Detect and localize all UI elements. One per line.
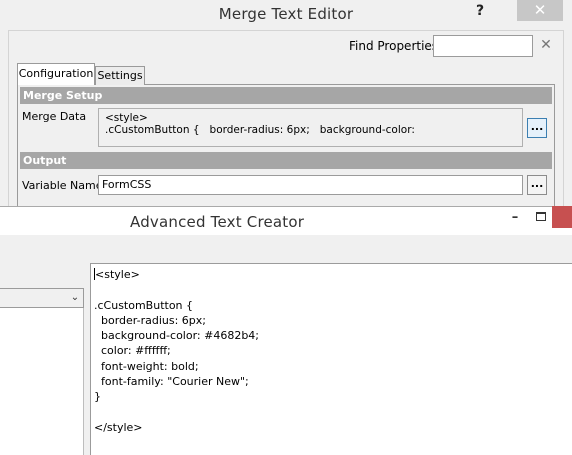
- close-button[interactable]: ✕: [517, 0, 563, 21]
- text-editor[interactable]: <style> .cCustomButton { border-radius: …: [90, 263, 572, 455]
- merge-text-editor-titlebar[interactable]: Merge Text Editor ? ✕: [0, 0, 572, 30]
- variable-name-input[interactable]: FormCSS: [98, 175, 523, 195]
- minimize-button[interactable]: –: [500, 207, 530, 229]
- help-button[interactable]: ?: [466, 1, 494, 21]
- merge-data-browse-button[interactable]: ...: [527, 118, 547, 138]
- maximize-button[interactable]: [530, 207, 552, 229]
- editor-line: font-weight: bold;: [94, 359, 199, 373]
- window-title: Advanced Text Creator: [130, 213, 305, 231]
- editor-line: <style>: [94, 268, 140, 281]
- merge-data-line: <style>: [105, 112, 148, 124]
- editor-line: </style>: [94, 420, 143, 434]
- advanced-text-creator-titlebar[interactable]: Advanced Text Creator –: [0, 206, 572, 234]
- maximize-icon: [536, 212, 546, 221]
- merge-data-field[interactable]: <style> .cCustomButton { border-radius: 6…: [98, 108, 523, 147]
- tab-configuration[interactable]: Configuration: [17, 63, 95, 85]
- clear-search-icon[interactable]: ✕: [539, 36, 553, 54]
- close-icon: ✕: [533, 1, 547, 19]
- editor-line: }: [94, 390, 101, 404]
- left-pane-header: [0, 235, 90, 288]
- item-list[interactable]: [0, 308, 84, 455]
- section-header-output[interactable]: Output: [20, 152, 552, 169]
- minimize-icon: –: [511, 210, 519, 225]
- editor-line: .cCustomButton {: [94, 298, 194, 312]
- merge-data-line: .cCustomButton { border-radius: 6px; bac…: [105, 124, 415, 136]
- section-header-merge-setup[interactable]: Merge Setup: [20, 87, 552, 104]
- chevron-down-icon[interactable]: ⌄: [69, 291, 81, 305]
- advanced-text-creator-window: Advanced Text Creator – ⌄ <style> .cCust…: [0, 206, 572, 455]
- close-button[interactable]: [552, 206, 572, 228]
- find-properties-label: Find Properties: [349, 39, 439, 53]
- editor-line: border-radius: 6px;: [94, 313, 206, 327]
- editor-line: font-family: "Courier New";: [94, 375, 249, 389]
- tab-settings[interactable]: Settings: [95, 66, 145, 85]
- editor-line: color: #ffffff;: [94, 344, 171, 358]
- editor-line: background-color: #4682b4;: [94, 329, 260, 343]
- variable-name-label: Variable Name: [22, 179, 103, 192]
- variable-name-browse-button[interactable]: ...: [527, 175, 547, 195]
- merge-data-label: Merge Data: [22, 110, 87, 123]
- find-properties-input[interactable]: [433, 35, 533, 57]
